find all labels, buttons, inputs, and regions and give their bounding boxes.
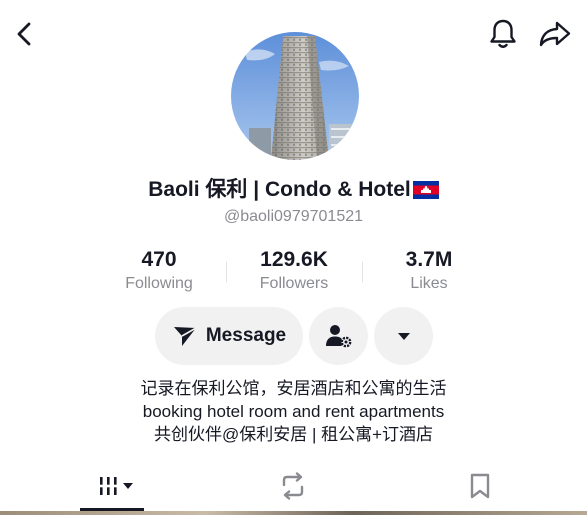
cambodia-flag	[412, 181, 439, 199]
building-photo	[231, 32, 359, 160]
bio-line: 记录在保利公馆，安居酒店和公寓的生活	[140, 379, 447, 398]
following-count: 470	[141, 248, 177, 271]
following-label: Following	[125, 275, 193, 292]
bio-line[interactable]: 共创伙伴@保利安居 | 租公寓+订酒店	[0, 424, 587, 446]
tab-saved[interactable]	[458, 468, 502, 504]
bookmark-icon	[470, 473, 490, 499]
add-friend-button[interactable]	[309, 307, 368, 365]
stat-followers[interactable]: 129.6K Followers	[224, 247, 364, 295]
message-label: Message	[205, 325, 287, 346]
tab-videos[interactable]	[80, 468, 150, 504]
send-icon	[173, 327, 197, 346]
stat-likes[interactable]: 3.7M Likes	[359, 247, 499, 295]
avatar[interactable]	[231, 32, 359, 160]
bio-line: booking hotel room and rent apartments	[142, 402, 445, 421]
tab-reposts[interactable]	[268, 468, 318, 504]
person-gear-icon	[325, 325, 351, 348]
notifications-button[interactable]	[486, 17, 520, 51]
back-button[interactable]	[8, 18, 40, 50]
more-options-button[interactable]	[374, 307, 433, 365]
message-button[interactable]: Message	[155, 307, 303, 365]
profile-handle: @baoli0979701521	[223, 208, 364, 225]
repost-icon	[282, 472, 304, 500]
chevron-left-icon	[17, 22, 31, 46]
bell-icon	[490, 19, 516, 48]
stat-following[interactable]: 470 Following	[89, 247, 229, 295]
likes-label: Likes	[410, 275, 448, 292]
followers-label: Followers	[259, 275, 329, 292]
share-button[interactable]	[536, 17, 574, 51]
share-arrow-icon	[539, 21, 571, 47]
profile-name-text: Baoli 保利 | Condo & Hotel	[148, 178, 411, 201]
followers-count: 129.6K	[260, 248, 328, 271]
profile-name: Baoli 保利 | Condo & Hotel	[0, 176, 587, 204]
caret-down-icon	[397, 333, 410, 340]
video-thumbnails-strip	[0, 511, 587, 515]
likes-count: 3.7M	[405, 248, 453, 271]
grid-icon	[97, 477, 133, 495]
